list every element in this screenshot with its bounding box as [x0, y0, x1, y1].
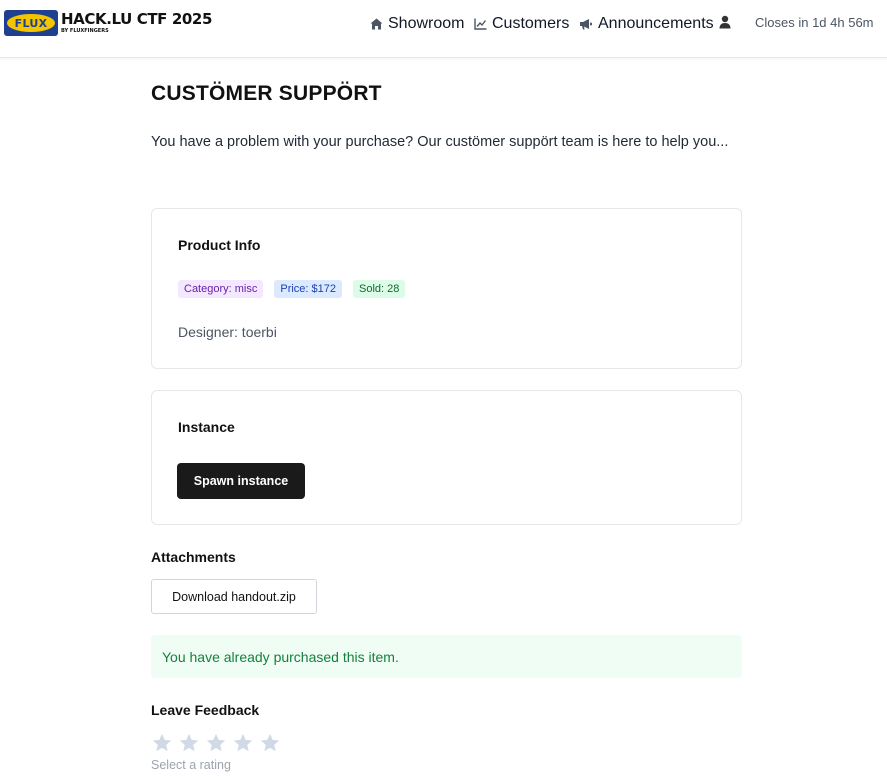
category-badge: Category: misc [178, 280, 264, 298]
nav-announcements-label: Announcements [598, 15, 714, 32]
nav-showroom-label: Showroom [388, 15, 465, 32]
logo-title: HACK.LU CTF 2025 [61, 10, 212, 28]
feedback-title: Leave Feedback [151, 702, 260, 718]
attachments-title: Attachments [151, 549, 236, 565]
page-title: CUSTÖMER SUPPÖRT [151, 82, 382, 105]
megaphone-icon [580, 19, 592, 30]
rating-hint: Select a rating [151, 758, 231, 772]
home-icon [370, 18, 383, 30]
download-handout-button[interactable]: Download handout.zip [151, 579, 317, 614]
star-icon-3[interactable] [205, 732, 227, 754]
nav-showroom[interactable]: Showroom [370, 15, 464, 33]
top-navigation-bar: FLUX HACK.LU CTF 2025 BY FLUXFINGERS Sho… [0, 0, 887, 58]
purchased-notice-text: You have already purchased this item. [162, 648, 399, 665]
nav-customers[interactable]: Customers [474, 15, 569, 33]
nav-customers-label: Customers [492, 15, 570, 32]
chart-line-icon [474, 18, 487, 30]
nav-announcements[interactable]: Announcements [579, 15, 714, 33]
designer-label: Designer: toerbi [178, 324, 277, 340]
star-rating[interactable] [151, 732, 286, 754]
page-intro: You have a problem with your purchase? O… [151, 134, 729, 150]
user-icon [719, 15, 731, 29]
ctf-logo[interactable]: FLUX HACK.LU CTF 2025 BY FLUXFINGERS [4, 10, 212, 36]
logo-text-block: HACK.LU CTF 2025 BY FLUXFINGERS [61, 10, 212, 34]
sold-badge: Sold: 28 [353, 280, 406, 298]
instance-card: Instance Spawn instance [151, 390, 742, 525]
purchased-notice: You have already purchased this item. [151, 635, 742, 678]
star-icon-1[interactable] [151, 732, 173, 754]
star-icon-5[interactable] [259, 732, 281, 754]
star-icon-2[interactable] [178, 732, 200, 754]
flux-logo-text: FLUX [7, 14, 55, 32]
instance-title: Instance [178, 419, 235, 435]
product-info-title: Product Info [178, 237, 261, 253]
user-menu-button[interactable] [718, 15, 737, 29]
price-badge: Price: $172 [274, 280, 343, 298]
product-info-card: Product Info Category: misc Price: $172 … [151, 208, 742, 369]
flux-logo-badge: FLUX [4, 10, 58, 36]
star-icon-4[interactable] [232, 732, 254, 754]
ctf-countdown: Closes in 1d 4h 56m [755, 15, 874, 30]
product-badges: Category: misc Price: $172 Sold: 28 [178, 280, 416, 298]
logo-subtitle: BY FLUXFINGERS [61, 28, 109, 34]
spawn-instance-button[interactable]: Spawn instance [177, 463, 305, 499]
